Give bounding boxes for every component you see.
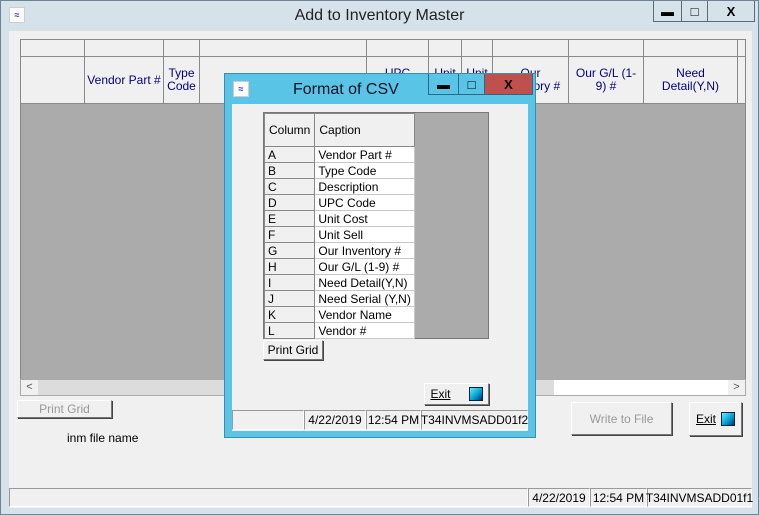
column-header: Column xyxy=(263,113,316,147)
csv-row[interactable]: I Need Detail(Y,N) xyxy=(263,274,415,291)
caption-cell: Need Detail(Y,N) xyxy=(314,274,415,291)
exit-icon xyxy=(468,387,483,401)
scroll-left-button[interactable]: < xyxy=(21,380,38,395)
grid-column-header[interactable]: Need Detail(Y,N) xyxy=(644,57,738,104)
column-letter: B xyxy=(263,162,316,179)
dialog-title-bar[interactable]: ≈ Format of CSV ▬ □ X xyxy=(225,74,535,104)
dialog-status-date: 4/22/2019 xyxy=(304,410,366,430)
dialog-status-form-id: T34INVMSADD01f2 xyxy=(421,410,528,430)
grid-header-top-cell xyxy=(644,40,738,57)
caption-cell: Our G/L (1-9) # xyxy=(314,258,415,275)
column-letter: L xyxy=(263,322,316,339)
scroll-right-button[interactable]: > xyxy=(728,380,745,395)
grid-column-header[interactable] xyxy=(21,57,85,104)
column-letter: E xyxy=(263,210,316,227)
grid-column-header[interactable]: Vendor Part # xyxy=(85,57,164,104)
csv-row[interactable]: C Description xyxy=(263,178,415,195)
dialog-exit-label: Exit xyxy=(430,387,451,401)
column-letter: C xyxy=(263,178,316,195)
grid-column-header[interactable]: N xyxy=(738,57,745,104)
column-letter: H xyxy=(263,258,316,275)
grid-header-top-cell xyxy=(429,40,462,57)
maximize-button[interactable]: □ xyxy=(682,1,708,21)
grid-header-top-cell xyxy=(738,40,745,57)
grid-header-top-cell xyxy=(569,40,644,57)
window-title: Add to Inventory Master xyxy=(294,7,465,24)
csv-row[interactable]: J Need Serial (Y,N) xyxy=(263,290,415,307)
dialog-status-message xyxy=(232,410,304,430)
minimize-button[interactable]: ▬ xyxy=(654,1,682,21)
status-date: 4/22/2019 xyxy=(528,488,590,507)
close-button[interactable]: X xyxy=(708,1,754,21)
csv-row[interactable]: H Our G/L (1-9) # xyxy=(263,258,415,275)
column-letter: D xyxy=(263,194,316,211)
grid-column-header[interactable]: Our G/L (1-9) # xyxy=(569,57,644,104)
caption-cell: Our Inventory # xyxy=(314,242,415,259)
csv-row[interactable]: B Type Code xyxy=(263,162,415,179)
dialog-print-grid-button[interactable]: Print Grid xyxy=(263,340,323,360)
caption-cell: Description xyxy=(314,178,415,195)
caption-cell: UPC Code xyxy=(314,194,415,211)
csv-row[interactable]: G Our Inventory # xyxy=(263,242,415,259)
status-time: 12:54 PM xyxy=(590,488,647,507)
dialog-minimize-button[interactable]: ▬ xyxy=(429,74,459,94)
dialog-maximize-button[interactable]: □ xyxy=(459,74,485,94)
column-letter: I xyxy=(263,274,316,291)
column-letter: A xyxy=(263,146,316,163)
grid-column-header[interactable]: Type Code xyxy=(164,57,200,104)
grid-header-top-cell xyxy=(367,40,429,57)
grid-header-top-cell xyxy=(493,40,569,57)
column-letter: F xyxy=(263,226,316,243)
caption-header: Caption xyxy=(314,113,415,147)
exit-icon xyxy=(721,412,735,426)
dialog-exit-button[interactable]: Exit xyxy=(424,383,489,405)
dialog-app-icon: ≈ xyxy=(233,81,249,97)
dialog-close-button[interactable]: X xyxy=(485,74,532,94)
column-letter: K xyxy=(263,306,316,323)
exit-label: Exit xyxy=(695,412,716,426)
caption-cell: Vendor Part # xyxy=(314,146,415,163)
caption-cell: Type Code xyxy=(314,162,415,179)
grid-header-top-cell xyxy=(200,40,367,57)
csv-format-grid[interactable]: Column Caption A Vendor Part # B Type Code C… xyxy=(263,112,489,339)
grid-header-top-cell xyxy=(21,40,85,57)
print-grid-button[interactable]: Print Grid xyxy=(17,400,112,418)
csv-row[interactable]: A Vendor Part # xyxy=(263,146,415,163)
caption-cell: Unit Sell xyxy=(314,226,415,243)
grid-header-top-cell xyxy=(164,40,200,57)
caption-cell: Vendor # xyxy=(314,322,415,339)
csv-row[interactable]: L Vendor # xyxy=(263,322,415,339)
column-letter: G xyxy=(263,242,316,259)
status-message xyxy=(9,488,528,507)
main-status-bar: 4/22/2019 12:54 PM T34INVMSADD01f1 xyxy=(9,488,753,507)
grid-header-top-cell xyxy=(85,40,164,57)
column-letter: J xyxy=(263,290,316,307)
file-name-label: inm file name xyxy=(67,431,139,445)
caption-cell: Unit Cost xyxy=(314,210,415,227)
status-form-id: T34INVMSADD01f1 xyxy=(646,488,753,507)
csv-row[interactable]: D UPC Code xyxy=(263,194,415,211)
csv-row[interactable]: E Unit Cost xyxy=(263,210,415,227)
dialog-status-bar: 4/22/2019 12:54 PM T34INVMSADD01f2 xyxy=(232,410,528,430)
exit-button[interactable]: Exit xyxy=(689,402,742,436)
main-title-bar[interactable]: ≈ Add to Inventory Master ▬ □ X xyxy=(1,1,758,31)
write-to-file-button[interactable]: Write to File xyxy=(571,402,672,435)
csv-row[interactable]: F Unit Sell xyxy=(263,226,415,243)
dialog-title: Format of CSV xyxy=(293,81,399,98)
dialog-status-time: 12:54 PM xyxy=(366,410,421,430)
csv-row[interactable]: K Vendor Name xyxy=(263,306,415,323)
caption-cell: Vendor Name xyxy=(314,306,415,323)
grid-header-top-cell xyxy=(462,40,493,57)
caption-cell: Need Serial (Y,N) xyxy=(314,290,415,307)
